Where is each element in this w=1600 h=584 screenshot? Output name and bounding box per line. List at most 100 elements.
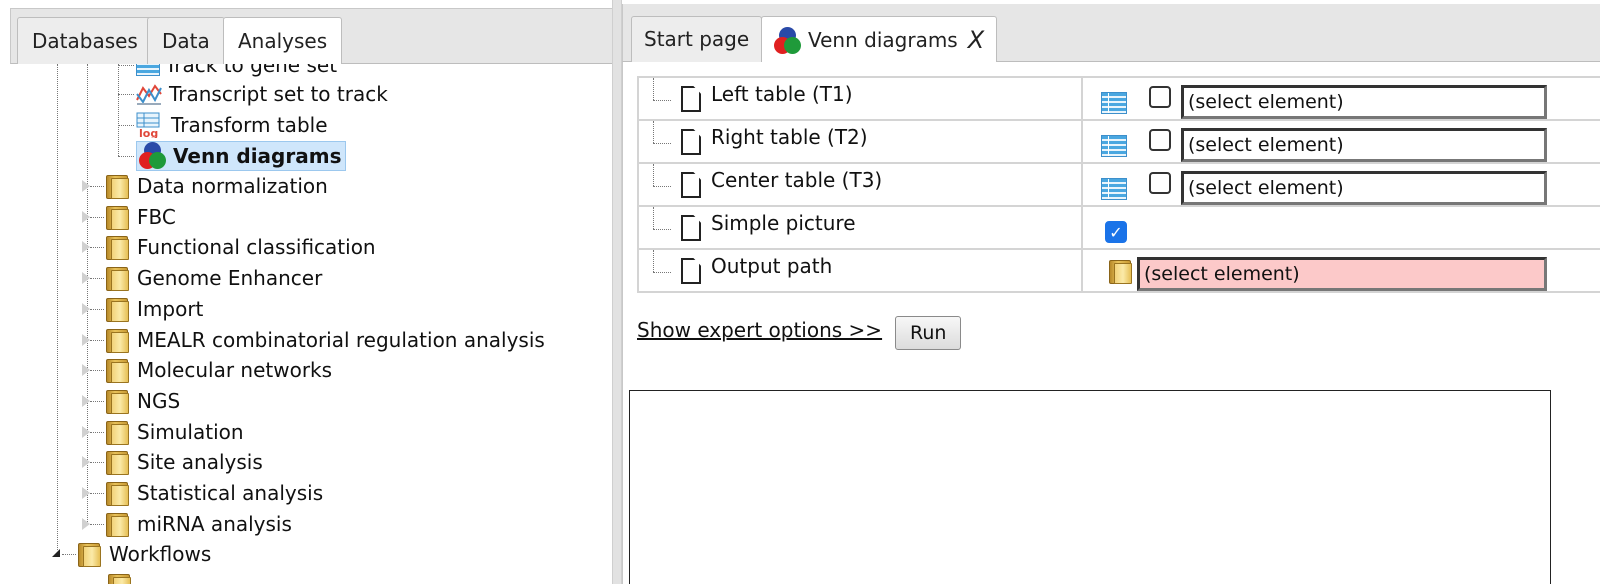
tree-folder-mirna-analysis[interactable]: miRNA analysis	[82, 509, 295, 539]
expander-icon[interactable]	[82, 334, 90, 346]
tree-item-label: Venn diagrams	[173, 144, 342, 168]
expander-icon[interactable]	[82, 395, 90, 407]
tree-folder-genome-enhancer[interactable]: Genome Enhancer	[82, 263, 325, 293]
run-button[interactable]: Run	[895, 316, 962, 350]
tree-item-label: Molecular networks	[137, 358, 333, 382]
tree-item-label: Genome Enhancer	[137, 266, 323, 290]
expander-icon[interactable]	[82, 211, 90, 223]
log-table-icon: log	[136, 112, 162, 140]
document-icon	[681, 172, 701, 198]
output-path-select[interactable]: (select element)	[1137, 257, 1547, 291]
close-tab-button[interactable]: X	[968, 18, 984, 62]
center-table-checkbox[interactable]	[1149, 172, 1171, 194]
property-table: Left table (T1) (select element) Right t…	[637, 76, 1600, 293]
table-icon[interactable]	[1101, 92, 1127, 114]
property-name: Left table (T1)	[711, 82, 853, 106]
left-table-select[interactable]: (select element)	[1181, 85, 1547, 119]
right-panel: Start page Venn diagrams X Left table (T…	[622, 0, 1600, 584]
expander-icon[interactable]	[82, 364, 90, 376]
tree-folder-partial	[88, 570, 136, 584]
table-icon[interactable]	[1101, 178, 1127, 200]
track-transform-icon	[136, 82, 162, 106]
right-table-checkbox[interactable]	[1149, 129, 1171, 151]
tree-item-track-to-gene-set[interactable]: Track to gene set	[118, 64, 340, 80]
analyses-tree: Track to gene set Transcript set to trac…	[0, 64, 622, 584]
tree-folder-molecular-networks[interactable]: Molecular networks	[82, 355, 335, 385]
property-row-right-table: Right table (T2) (select element)	[637, 121, 1600, 164]
tree-folder-site-analysis[interactable]: Site analysis	[82, 447, 266, 477]
tree-item-label: Transcript set to track	[169, 82, 388, 106]
show-expert-options-link[interactable]: Show expert options >>	[637, 318, 882, 342]
tree-folder-workflows[interactable]: Workflows	[52, 539, 214, 569]
document-icon	[681, 258, 701, 284]
expander-icon[interactable]	[82, 518, 90, 530]
expander-icon[interactable]	[82, 241, 90, 253]
folder-icon	[106, 173, 130, 199]
tree-item-venn-diagrams[interactable]: Venn diagrams	[118, 141, 347, 171]
tree-folder-statistical-analysis[interactable]: Statistical analysis	[82, 478, 326, 508]
folder-icon	[106, 327, 130, 353]
tree-folder-data-normalization[interactable]: Data normalization	[82, 171, 331, 201]
folder-icon[interactable]	[1109, 258, 1133, 284]
tree-folder-fbc[interactable]: FBC	[82, 202, 179, 232]
tree-folder-import[interactable]: Import	[82, 294, 206, 324]
tree-item-label: Workflows	[109, 542, 212, 566]
simple-picture-checkbox[interactable]: ✓	[1105, 221, 1127, 243]
folder-icon	[106, 511, 130, 537]
folder-icon	[108, 572, 132, 584]
folder-icon	[78, 541, 102, 567]
tab-start-page[interactable]: Start page	[631, 16, 763, 62]
folder-icon	[106, 296, 130, 322]
document-icon	[681, 215, 701, 241]
right-tab-bar: Start page Venn diagrams X	[622, 4, 1600, 63]
folder-icon	[106, 419, 130, 445]
tab-label: Venn diagrams	[808, 28, 958, 52]
folder-icon	[106, 265, 130, 291]
expander-icon[interactable]	[82, 487, 90, 499]
property-row-left-table: Left table (T1) (select element)	[637, 78, 1600, 121]
tab-analyses[interactable]: Analyses	[223, 17, 343, 66]
folder-icon	[106, 204, 130, 230]
folder-icon	[106, 449, 130, 475]
tab-data[interactable]: Data	[147, 17, 225, 65]
tree-item-label: Transform table	[171, 113, 328, 137]
property-name: Simple picture	[711, 211, 856, 235]
expander-icon[interactable]	[82, 426, 90, 438]
table-icon[interactable]	[1101, 135, 1127, 157]
tree-connector	[57, 64, 58, 550]
tree-item-label: Track to gene set	[165, 64, 338, 77]
tree-item-transform-table[interactable]: log Transform table	[118, 110, 331, 140]
expander-icon[interactable]	[82, 180, 90, 192]
folder-icon	[106, 388, 130, 414]
tree-item-label: FBC	[137, 205, 176, 229]
venn-icon	[774, 26, 802, 54]
expander-open-icon[interactable]	[52, 549, 60, 557]
center-table-select[interactable]: (select element)	[1181, 171, 1547, 205]
left-table-checkbox[interactable]	[1149, 86, 1171, 108]
right-table-select[interactable]: (select element)	[1181, 128, 1547, 162]
expander-icon[interactable]	[82, 272, 90, 284]
property-row-center-table: Center table (T3) (select element)	[637, 164, 1600, 207]
tree-item-label: Import	[137, 297, 204, 321]
venn-icon	[139, 142, 167, 170]
tree-folder-ngs[interactable]: NGS	[82, 386, 183, 416]
tree-item-transcript-set-to-track[interactable]: Transcript set to track	[118, 79, 391, 109]
expander-icon[interactable]	[82, 456, 90, 468]
tab-venn-diagrams[interactable]: Venn diagrams X	[761, 16, 998, 63]
tree-folder-mealr-combinatorial-regulation-analysis[interactable]: MEALR combinatorial regulation analysis	[82, 325, 548, 355]
tree-folder-simulation[interactable]: Simulation	[82, 417, 247, 447]
document-icon	[681, 129, 701, 155]
property-name: Output path	[711, 254, 833, 278]
tab-databases[interactable]: Databases	[17, 17, 153, 65]
tree-item-label: miRNA analysis	[137, 512, 292, 536]
folder-icon	[106, 480, 130, 506]
expander-icon[interactable]	[82, 303, 90, 315]
property-row-simple-picture: Simple picture ✓	[637, 207, 1600, 250]
tree-item-label: NGS	[137, 389, 181, 413]
folder-icon	[106, 357, 130, 383]
tree-item-label: Data normalization	[137, 174, 328, 198]
svg-text:log: log	[139, 127, 158, 138]
tree-folder-functional-classification[interactable]: Functional classification	[82, 232, 379, 262]
tree-item-label: MEALR combinatorial regulation analysis	[137, 328, 545, 352]
panel-splitter[interactable]	[612, 0, 622, 584]
